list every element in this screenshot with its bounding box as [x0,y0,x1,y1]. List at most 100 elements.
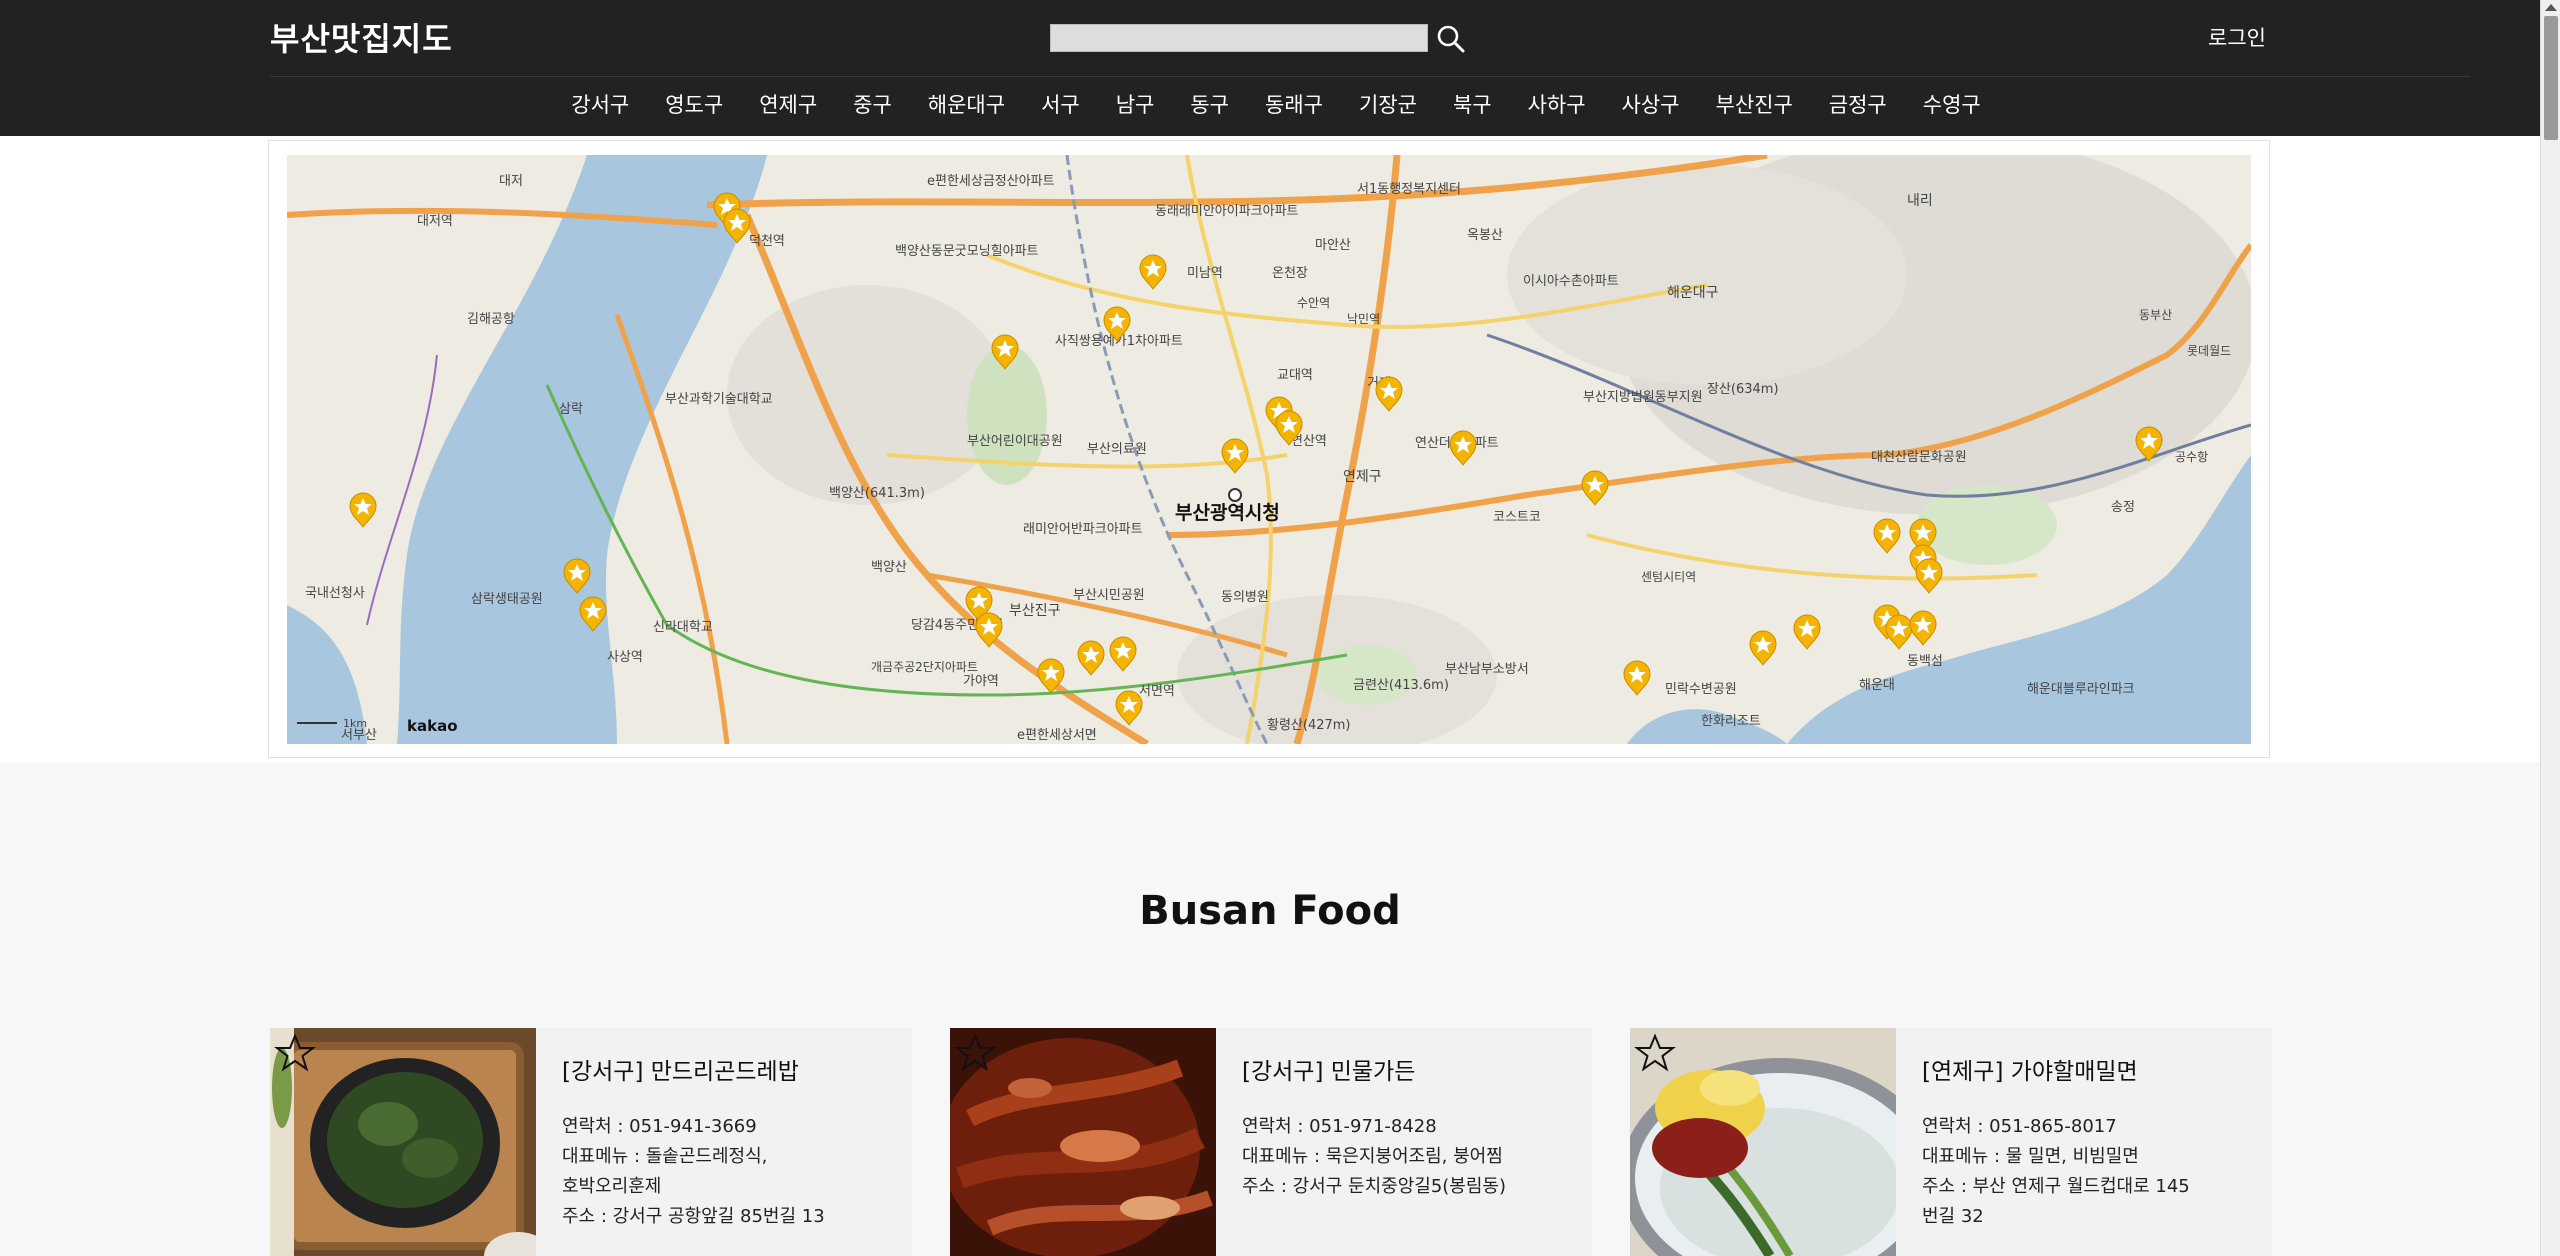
restaurant-detail: 주소 : 강서구 둔치중앙길5(봉림동) [1242,1176,1507,1197]
map-place-label: 황령산(427m) [1267,718,1351,733]
map-place-label: 연제구 [1343,469,1382,485]
restaurant-detail: 번길 32 [1922,1206,1984,1227]
district-link[interactable]: 동구 [1181,87,1238,121]
map-place-label: 동백섬 [1907,654,1943,669]
map-place-label: 대천산람문화공원 [1871,450,1967,465]
district-link[interactable]: 사하구 [1519,87,1595,121]
map-place-label: 대저 [499,174,523,189]
map-place-label: 온천장 [1272,266,1308,281]
search-field[interactable] [1050,24,1428,52]
restaurant-card[interactable]: [연제구] 가야할매밀면 연락처 : 051-865-8017 대표메뉴 : 물… [1630,1028,2272,1256]
restaurant-info: [강서구] 만드리곤드레밥 연락처 : 051-941-3669 대표메뉴 : … [562,1052,902,1232]
map-place-label: 부산의료원 [1087,442,1147,457]
restaurant-title[interactable]: [강서구] 민물가든 [1242,1052,1582,1086]
restaurant-photo[interactable] [270,1028,536,1256]
map-place-label: 백양산동문굿모닝힐아파트 [895,244,1039,259]
district-link[interactable]: 연제구 [750,87,826,121]
restaurant-detail: 연락처 : 051-941-3669 [562,1116,757,1137]
map-place-label: 옥봉산 [1467,228,1503,243]
map-place-label: 국내선청사 [305,586,365,601]
district-link[interactable]: 남구 [1107,87,1164,121]
header-divider [270,76,2470,77]
district-link[interactable]: 해운대구 [919,87,1014,121]
map-place-label: 서부산 [341,728,377,743]
map-place-label: 부산진구 [1009,603,1061,619]
map-place-label: 미남역 [1187,266,1223,281]
map-place-label: 해운대블루라인파크 [2027,682,2135,697]
district-link[interactable]: 강서구 [562,87,638,121]
restaurant-info: [연제구] 가야할매밀면 연락처 : 051-865-8017 대표메뉴 : 물… [1922,1052,2262,1232]
map-place-label: 코스트코 [1493,510,1541,525]
map-place-label: 백양산(641.3m) [829,486,925,501]
map-place-label: 백양산 [871,560,907,575]
map-place-label: 해운대 [1859,678,1895,693]
search-input[interactable] [1051,25,1427,51]
scroll-up-arrow-icon[interactable] [2545,4,2557,11]
restaurant-detail: 대표메뉴 : 물 밀면, 비빔밀면 [1922,1146,2139,1167]
restaurant-title[interactable]: [강서구] 만드리곤드레밥 [562,1052,902,1086]
map-place-label: 민락수변공원 [1665,682,1737,697]
map-place-label: 롯데월드 [2187,344,2231,358]
district-link[interactable]: 북구 [1444,87,1501,121]
page-scrollbar[interactable] [2540,0,2560,1256]
map-place-label: 공수항 [2175,450,2208,464]
restaurant-detail: 대표메뉴 : 묵은지붕어조림, 붕어찜 [1242,1146,1503,1167]
restaurant-detail: 연락처 : 051-971-8428 [1242,1116,1437,1137]
district-link[interactable]: 동래구 [1256,87,1332,121]
district-link[interactable]: 금정구 [1820,87,1896,121]
map-place-label: 사상역 [607,650,643,665]
map-place-label: 수안역 [1297,296,1330,310]
map-place-label: 금련산(413.6m) [1353,678,1449,693]
map-place-label: 덕천역 [749,234,785,249]
map-place-label: 서면역 [1139,684,1175,699]
map-place-label: 센텀시티역 [1641,570,1696,584]
restaurant-title[interactable]: [연제구] 가야할매밀면 [1922,1052,2262,1086]
map-place-label: 부산어린이대공원 [967,434,1063,449]
map-place-label: 동부산 [2139,308,2172,322]
favorite-star-icon[interactable] [954,1032,996,1074]
map-place-label: 장산(634m) [1707,382,1779,397]
restaurant-detail: 호박오리훈제 [562,1176,662,1197]
map-place-label: 내리 [1907,193,1933,209]
map-place-label: 교대역 [1277,368,1313,383]
district-link[interactable]: 중구 [844,87,901,121]
district-link[interactable]: 서구 [1032,87,1089,121]
district-nav: 강서구 영도구 연제구 중구 해운대구 서구 남구 동구 동래구 기장군 북구 … [0,86,2540,122]
favorite-star-icon[interactable] [274,1032,316,1074]
busan-map[interactable]: 대저 대저역 덕천역 백양산동문굿모닝힐아파트 e편한세상금정산아파트 동래래미… [287,155,2251,744]
map-frame: 대저 대저역 덕천역 백양산동문굿모닝힐아파트 e편한세상금정산아파트 동래래미… [268,140,2270,758]
district-link[interactable]: 기장군 [1350,87,1426,121]
district-link[interactable]: 수영구 [1914,87,1990,121]
map-place-label: 김해공항 [467,312,515,327]
map-place-label: 가야역 [963,674,999,689]
restaurant-photo[interactable] [950,1028,1216,1256]
map-place-label: 이시아수촌아파트 [1523,274,1619,289]
map-place-label: 한화리조트 [1701,714,1761,729]
site-logo[interactable]: 부산맛집지도 [270,14,453,60]
kakao-logo: kakao [407,717,458,735]
district-link[interactable]: 사상구 [1613,87,1689,121]
district-link[interactable]: 영도구 [656,87,732,121]
district-link[interactable]: 부산진구 [1707,87,1802,121]
map-place-label: 송정 [2111,500,2135,515]
map-section: 대저 대저역 덕천역 백양산동문굿모닝힐아파트 e편한세상금정산아파트 동래래미… [0,136,2540,762]
restaurant-detail: 대표메뉴 : 돌솥곤드레정식, [562,1146,768,1167]
map-place-label: 부산과학기술대학교 [665,392,773,407]
map-place-label: 부산시민공원 [1073,588,1145,603]
map-place-label: 삼락생태공원 [471,592,543,607]
map-place-label: 서1동행정복지센터 [1357,181,1461,197]
map-center-label: 부산광역시청 [1175,502,1280,524]
restaurant-card[interactable]: [강서구] 만드리곤드레밥 연락처 : 051-941-3669 대표메뉴 : … [270,1028,912,1256]
restaurant-photo[interactable] [1630,1028,1896,1256]
search-button[interactable] [1434,22,1468,56]
top-navbar: 부산맛집지도 로그인 강서구 영도구 연제구 중구 해운대구 서구 남구 동구 … [0,0,2540,136]
restaurant-detail: 주소 : 부산 연제구 월드컵대로 145 [1922,1176,2190,1197]
login-link[interactable]: 로그인 [2208,22,2266,52]
scroll-thumb[interactable] [2544,16,2558,140]
restaurant-detail: 주소 : 강서구 공항앞길 85번길 13 [562,1206,825,1227]
map-svg[interactable]: 대저 대저역 덕천역 백양산동문굿모닝힐아파트 e편한세상금정산아파트 동래래미… [287,155,2251,744]
restaurant-card[interactable]: [강서구] 민물가든 연락처 : 051-971-8428 대표메뉴 : 묵은지… [950,1028,1592,1256]
favorite-star-icon[interactable] [1634,1032,1676,1074]
map-place-label: 낙민역 [1347,312,1380,326]
map-place-label: 대저역 [417,214,453,229]
